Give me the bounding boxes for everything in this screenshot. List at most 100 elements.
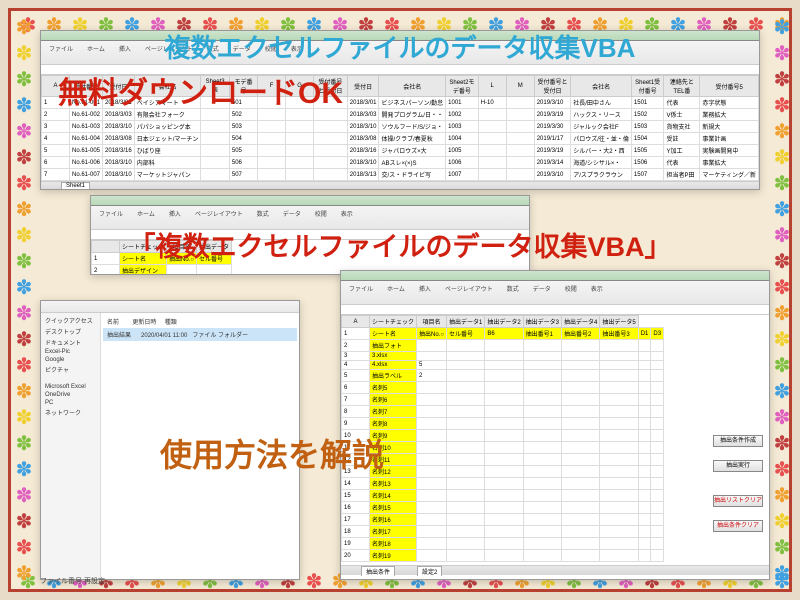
cell[interactable]	[562, 490, 600, 502]
cell[interactable]: 2018/3/03	[103, 109, 135, 121]
col-header[interactable]: Sheet2モデ番号	[446, 76, 479, 97]
cell[interactable]	[417, 406, 447, 418]
col-header[interactable]: 受付日	[103, 76, 135, 97]
cell[interactable]	[562, 478, 600, 490]
cell[interactable]	[651, 418, 664, 430]
sidebar-item[interactable]: ネットワーク	[43, 407, 98, 418]
table-row[interactable]: 2抽出フォト	[342, 340, 664, 352]
col-header[interactable]: 会社名	[134, 76, 201, 97]
sheet-tab-2[interactable]: 設定2	[417, 566, 442, 576]
cell[interactable]	[446, 526, 484, 538]
cell[interactable]	[478, 109, 506, 121]
cell[interactable]	[600, 394, 638, 406]
table-row[interactable]: 44.xlsx5	[342, 361, 664, 370]
cell[interactable]	[562, 466, 600, 478]
cell[interactable]: 2	[342, 340, 370, 352]
sidebar-item[interactable]: クイックアクセス	[43, 315, 98, 326]
cell[interactable]	[446, 361, 484, 370]
cell[interactable]	[446, 454, 484, 466]
table-row[interactable]: 12名刺11	[342, 454, 664, 466]
table-row[interactable]: 13名刺12	[342, 466, 664, 478]
cell[interactable]: 2019/3/30	[534, 121, 571, 133]
cell[interactable]	[417, 394, 447, 406]
col-header[interactable]: F	[258, 76, 286, 97]
cell[interactable]	[638, 406, 651, 418]
col-header[interactable]	[92, 241, 120, 253]
cell[interactable]	[417, 352, 447, 361]
table-row[interactable]: 7No.61-0072018/3/10マーケットジャパン5072018/3/13…	[42, 169, 759, 181]
cell[interactable]	[562, 352, 600, 361]
cell[interactable]	[201, 121, 229, 133]
cell[interactable]	[196, 265, 231, 276]
cell[interactable]: 4	[342, 361, 370, 370]
cell[interactable]: 1002	[446, 109, 479, 121]
cell[interactable]: 2	[42, 109, 70, 121]
ribbon-tab[interactable]: 挿入	[415, 283, 435, 302]
cell[interactable]	[638, 430, 651, 442]
cell[interactable]	[638, 370, 651, 382]
cell[interactable]: 1502	[631, 109, 664, 121]
sidebar-item[interactable]: OneDrive	[43, 391, 98, 399]
cell[interactable]: 2018/3/13	[347, 169, 379, 181]
cell[interactable]: 実験画開発中	[700, 145, 759, 157]
cell[interactable]: No.61-005	[70, 145, 103, 157]
cell[interactable]: 2018/3/10	[103, 121, 135, 133]
cell[interactable]	[201, 157, 229, 169]
ribbon-tab[interactable]: 数式	[203, 43, 223, 62]
cell[interactable]: 5	[417, 361, 447, 370]
col-header[interactable]: 会社名	[571, 76, 632, 97]
cell[interactable]	[201, 133, 229, 145]
cell[interactable]	[562, 394, 600, 406]
cell[interactable]: 9	[342, 418, 370, 430]
cell[interactable]: 名刺18	[370, 538, 417, 550]
cell[interactable]	[417, 526, 447, 538]
cell[interactable]	[446, 370, 484, 382]
ribbon-tab[interactable]: 校閲	[261, 43, 281, 62]
cell[interactable]	[600, 382, 638, 394]
cell[interactable]	[446, 394, 484, 406]
table-row[interactable]: 33.xlsx	[342, 352, 664, 361]
col-header[interactable]: シートチェック	[120, 241, 167, 253]
cell[interactable]	[600, 454, 638, 466]
cell[interactable]	[167, 265, 197, 276]
cell[interactable]: 名刺12	[370, 466, 417, 478]
cell[interactable]	[651, 430, 664, 442]
cell[interactable]: 名刺5	[370, 382, 417, 394]
cell[interactable]	[506, 97, 534, 109]
cell[interactable]	[485, 502, 523, 514]
table-row[interactable]: 5抽出ラベル2	[342, 370, 664, 382]
table-row[interactable]: 6名刺5	[342, 382, 664, 394]
cell[interactable]	[600, 406, 638, 418]
cell[interactable]	[446, 418, 484, 430]
cell[interactable]	[446, 442, 484, 454]
cell[interactable]: 1	[342, 328, 370, 340]
table-row[interactable]: 18名刺17	[342, 526, 664, 538]
cell[interactable]: 名刺10	[370, 442, 417, 454]
cell[interactable]	[562, 550, 600, 562]
cell[interactable]: 2018/3/16	[103, 145, 135, 157]
cell[interactable]	[638, 538, 651, 550]
cell[interactable]: 2019/3/14	[534, 157, 571, 169]
cell[interactable]	[523, 550, 561, 562]
data-table[interactable]: Aシートチェック項目名抽出データ1抽出データ2抽出データ3抽出データ4抽出データ…	[341, 315, 664, 562]
cell[interactable]: 2019/3/19	[534, 145, 571, 157]
cell[interactable]: 3	[42, 121, 70, 133]
cell[interactable]	[600, 442, 638, 454]
cell[interactable]	[638, 382, 651, 394]
cell[interactable]: 2018/3/10	[103, 169, 135, 181]
cell[interactable]	[286, 133, 314, 145]
cell[interactable]: 名刺14	[370, 490, 417, 502]
cell[interactable]	[314, 97, 348, 109]
cell[interactable]: 18	[342, 526, 370, 538]
col-header[interactable]: 会社名	[379, 76, 446, 97]
cell[interactable]	[638, 514, 651, 526]
ribbon-tab[interactable]: データ	[229, 43, 255, 62]
col-header[interactable]: 受付番号5	[700, 76, 759, 97]
cell[interactable]	[638, 466, 651, 478]
cell[interactable]	[638, 394, 651, 406]
ribbon-tab[interactable]: ファイル	[45, 43, 77, 62]
cell[interactable]: 2018/3/08	[347, 133, 379, 145]
cell[interactable]: ひばり座	[134, 145, 201, 157]
cell[interactable]	[523, 442, 561, 454]
cell[interactable]	[562, 370, 600, 382]
